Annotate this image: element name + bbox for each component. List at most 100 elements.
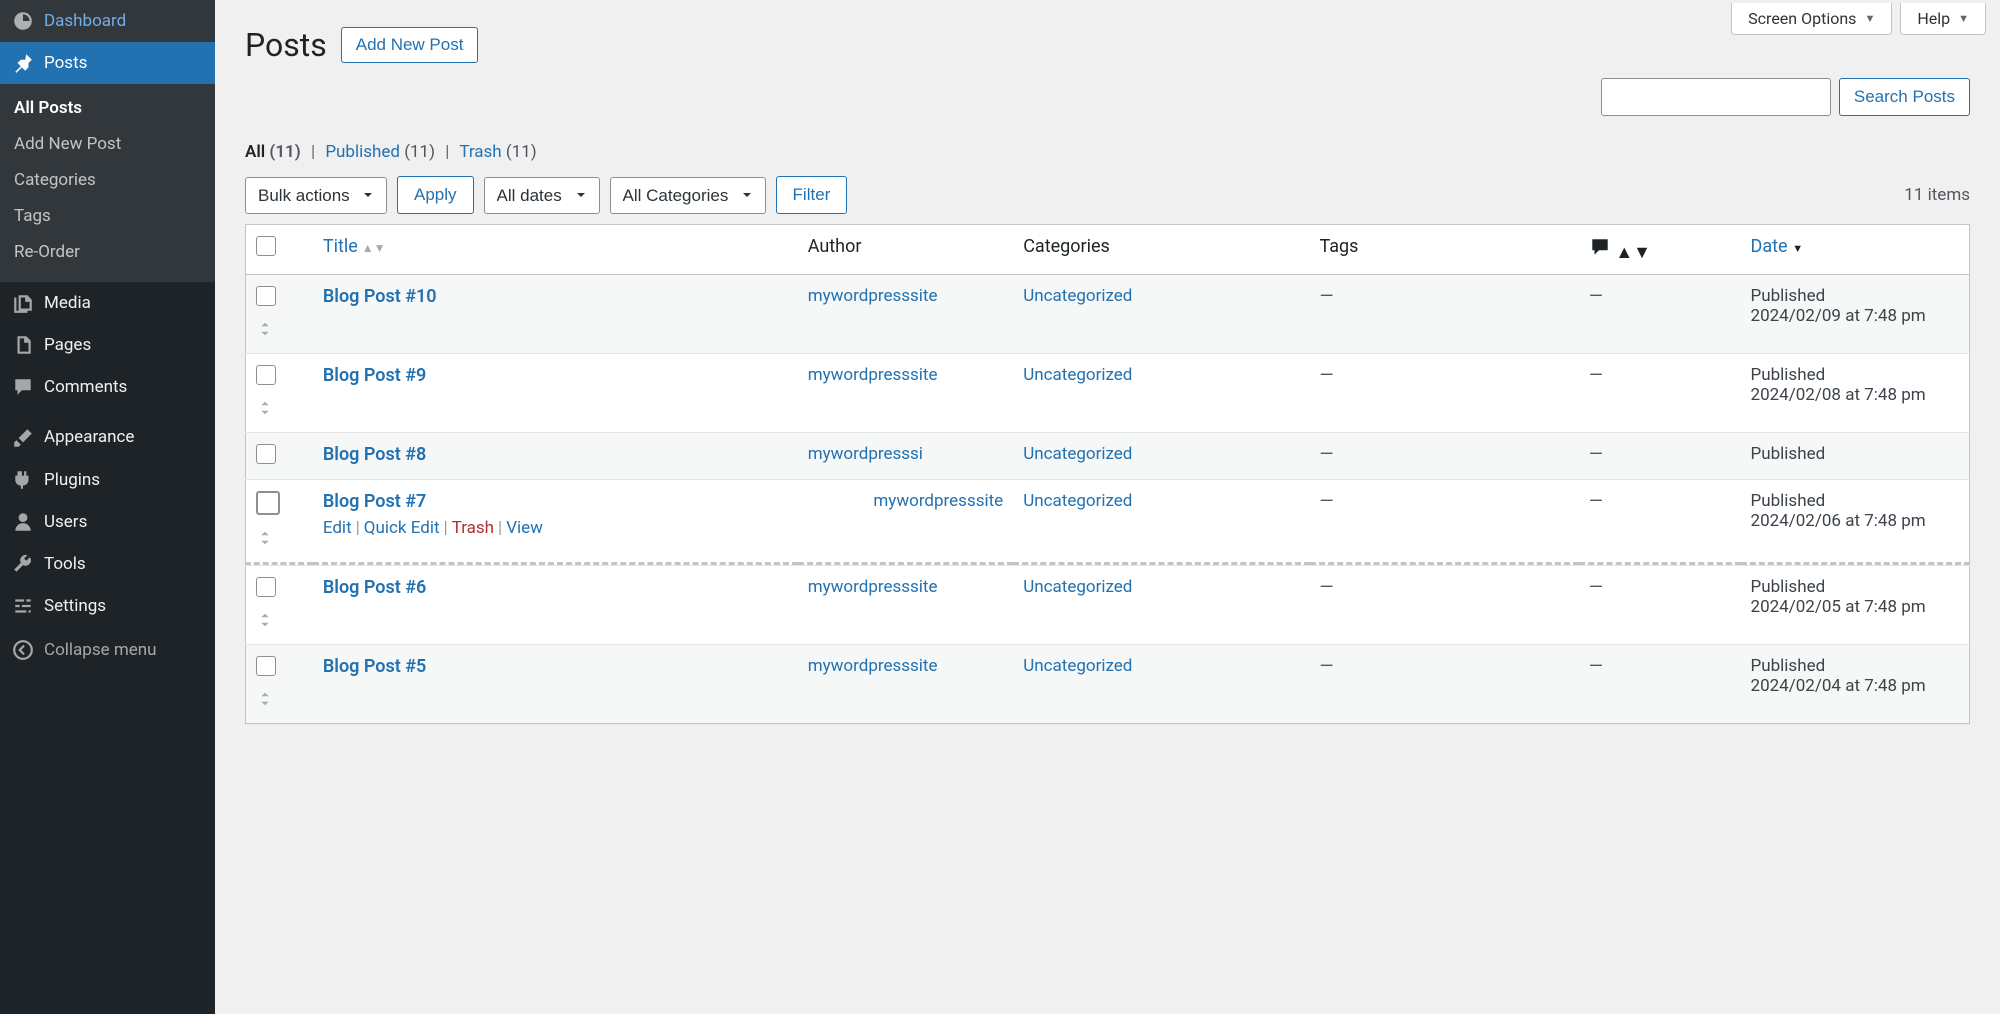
menu-label: Pages [44, 334, 91, 356]
menu-pages[interactable]: Pages [0, 324, 215, 366]
status-filter-links: All (11) | Published (11) | Trash (11) [245, 142, 1970, 162]
menu-appearance[interactable]: Appearance [0, 416, 215, 458]
bulk-actions-select[interactable]: Bulk actions [245, 177, 387, 214]
reorder-handle[interactable] [256, 529, 303, 551]
post-title-link[interactable]: Blog Post #7 [323, 491, 426, 512]
comment-bubble-icon [1589, 236, 1611, 258]
submenu-reorder[interactable]: Re-Order [0, 234, 215, 270]
comments-value: — [1589, 444, 1603, 465]
post-title-link[interactable]: Blog Post #10 [323, 286, 437, 307]
category-link[interactable]: Uncategorized [1023, 656, 1132, 676]
date-filter-select[interactable]: All dates [484, 177, 600, 214]
post-title-link[interactable]: Blog Post #8 [323, 444, 426, 465]
brush-icon [12, 427, 34, 449]
comments-value: — [1589, 577, 1603, 598]
tags-value: — [1320, 444, 1334, 465]
reorder-handle[interactable] [256, 690, 303, 712]
category-link[interactable]: Uncategorized [1023, 444, 1132, 464]
tab-label: Screen Options [1748, 9, 1856, 28]
row-checkbox[interactable] [256, 286, 276, 306]
submenu-all-posts[interactable]: All Posts [0, 90, 215, 126]
admin-sidebar: Dashboard Posts All Posts Add New Post C… [0, 0, 215, 1014]
category-link[interactable]: Uncategorized [1023, 286, 1132, 306]
menu-tools[interactable]: Tools [0, 543, 215, 585]
row-actions: Edit|Quick Edit|Trash|View [323, 518, 543, 538]
menu-media[interactable]: Media [0, 282, 215, 324]
table-row: Blog Post #8 mywordpresssi Uncategorized — —… [246, 433, 1970, 480]
help-tab[interactable]: Help ▼ [1900, 3, 1986, 35]
post-title-link[interactable]: Blog Post #9 [323, 365, 426, 386]
submenu-add-new-post[interactable]: Add New Post [0, 126, 215, 162]
row-checkbox[interactable] [256, 365, 276, 385]
menu-settings[interactable]: Settings [0, 585, 215, 627]
filter-published[interactable]: Published [325, 142, 400, 162]
collapse-menu[interactable]: Collapse menu [0, 627, 215, 673]
search-posts-button[interactable]: Search Posts [1839, 78, 1970, 116]
column-title[interactable]: Title▲▼ [313, 225, 798, 275]
dashboard-icon [12, 10, 34, 32]
menu-plugins[interactable]: Plugins [0, 459, 215, 501]
post-title-link[interactable]: Blog Post #6 [323, 577, 426, 598]
date-cell: Published2024/02/05 at 7:48 pm [1741, 566, 1970, 645]
sort-icon: ▲▼ [1611, 242, 1651, 263]
menu-comments[interactable]: Comments [0, 366, 215, 408]
row-checkbox[interactable] [256, 656, 276, 676]
table-row: Blog Post #10 mywordpresssite Uncategorize… [246, 275, 1970, 354]
filter-trash[interactable]: Trash [459, 142, 501, 162]
quick-edit-link[interactable]: Quick Edit [364, 518, 440, 538]
category-link[interactable]: Uncategorized [1023, 365, 1132, 385]
menu-label: Media [44, 292, 91, 314]
select-all-checkbox[interactable] [256, 236, 276, 256]
tags-value: — [1320, 491, 1334, 512]
menu-label: Appearance [44, 426, 134, 448]
search-posts-input[interactable] [1601, 78, 1831, 116]
menu-dashboard[interactable]: Dashboard [0, 0, 215, 42]
menu-label: Posts [44, 52, 87, 74]
chevron-down-icon: ▼ [1958, 12, 1969, 25]
reorder-handle[interactable] [256, 320, 303, 342]
menu-label: Users [44, 511, 87, 533]
trash-link[interactable]: Trash [452, 518, 494, 538]
table-row: Blog Post #6 mywordpresssite Uncategorized… [246, 566, 1970, 645]
reorder-handle[interactable] [256, 611, 303, 633]
date-cell: Published2024/02/08 at 7:48 pm [1741, 354, 1970, 433]
menu-label: Plugins [44, 469, 100, 491]
reorder-handle[interactable] [256, 399, 303, 421]
submenu-tags[interactable]: Tags [0, 198, 215, 234]
category-link[interactable]: Uncategorized [1023, 577, 1132, 597]
column-date[interactable]: Date ▼ [1741, 225, 1970, 275]
column-comments[interactable]: ▲▼ [1579, 225, 1741, 275]
menu-users[interactable]: Users [0, 501, 215, 543]
row-checkbox[interactable] [256, 491, 280, 515]
chevron-down-icon: ▼ [1864, 12, 1875, 25]
date-cell: Published2024/02/09 at 7:48 pm [1741, 275, 1970, 354]
screen-options-tab[interactable]: Screen Options ▼ [1731, 3, 1892, 35]
row-checkbox[interactable] [256, 577, 276, 597]
row-checkbox[interactable] [256, 444, 276, 464]
sliders-icon [12, 595, 34, 617]
view-link[interactable]: View [506, 518, 543, 538]
author-link[interactable]: mywordpresssi [808, 444, 923, 464]
menu-posts[interactable]: Posts [0, 42, 215, 84]
category-filter-select[interactable]: All Categories [610, 177, 766, 214]
add-new-post-button[interactable]: Add New Post [341, 27, 479, 63]
apply-button[interactable]: Apply [397, 176, 474, 214]
user-icon [12, 511, 34, 533]
author-link[interactable]: mywordpresssite [808, 577, 938, 597]
filter-all[interactable]: All (11) [245, 142, 301, 162]
author-link[interactable]: mywordpresssite [808, 286, 938, 306]
filter-button[interactable]: Filter [776, 176, 848, 214]
author-link[interactable]: mywordpresssite [873, 491, 1003, 511]
items-count: 11 items [1904, 185, 1970, 205]
category-link[interactable]: Uncategorized [1023, 491, 1132, 511]
author-link[interactable]: mywordpresssite [808, 656, 938, 676]
comments-value: — [1589, 365, 1603, 386]
wrench-icon [12, 553, 34, 575]
tags-value: — [1320, 577, 1334, 598]
tab-label: Help [1917, 9, 1950, 28]
post-title-link[interactable]: Blog Post #5 [323, 656, 426, 677]
author-link[interactable]: mywordpresssite [808, 365, 938, 385]
submenu-categories[interactable]: Categories [0, 162, 215, 198]
edit-link[interactable]: Edit [323, 518, 352, 538]
comments-value: — [1589, 286, 1603, 307]
